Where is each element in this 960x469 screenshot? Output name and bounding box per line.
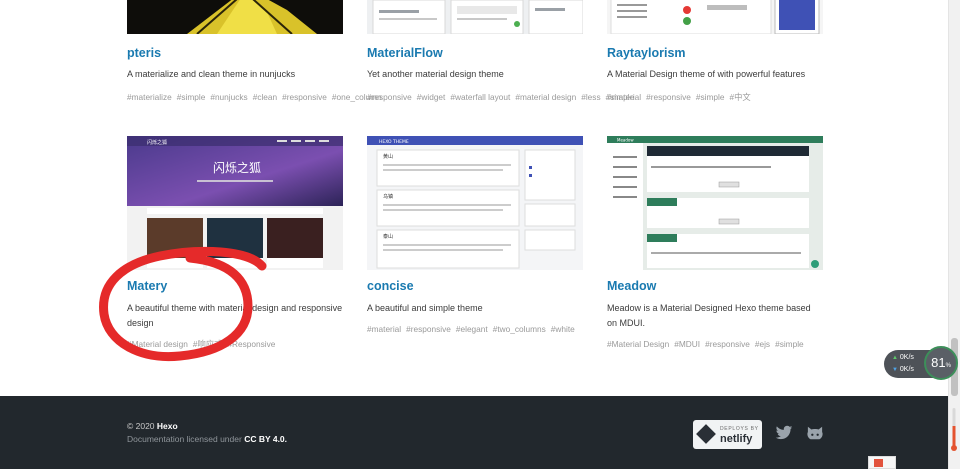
github-icon[interactable] [806, 425, 824, 441]
page: pteris A materialize and clean theme in … [0, 0, 960, 469]
netlify-caption: DEPLOYS BY [720, 426, 759, 432]
download-speed: 0K/s [899, 366, 914, 373]
twitter-icon[interactable] [775, 425, 793, 441]
download-arrow-icon: ▼ [892, 367, 898, 373]
tray-badge-icon[interactable] [868, 456, 896, 469]
side-indicator-icon [951, 408, 957, 452]
upload-speed: 0K/s [899, 354, 914, 361]
footer-license: Documentation licensed under CC BY 4.0. [127, 434, 288, 444]
netlify-logo-icon [696, 424, 716, 444]
hexo-home-link[interactable]: Hexo [157, 421, 178, 431]
network-speed-widget[interactable]: ▲ 0K/s ▼ 0K/s 81% [884, 346, 960, 380]
footer-copyright: © 2020 Hexo [127, 421, 178, 431]
license-link[interactable]: CC BY 4.0. [244, 434, 287, 444]
usage-percent-circle: 81% [924, 346, 958, 380]
page-scrollbar[interactable] [948, 0, 960, 469]
netlify-badge[interactable]: DEPLOYS BY netlify [693, 420, 762, 449]
site-footer: © 2020 Hexo Documentation licensed under… [0, 396, 948, 469]
netlify-wordmark: netlify [720, 433, 753, 445]
upload-arrow-icon: ▲ [892, 355, 898, 361]
